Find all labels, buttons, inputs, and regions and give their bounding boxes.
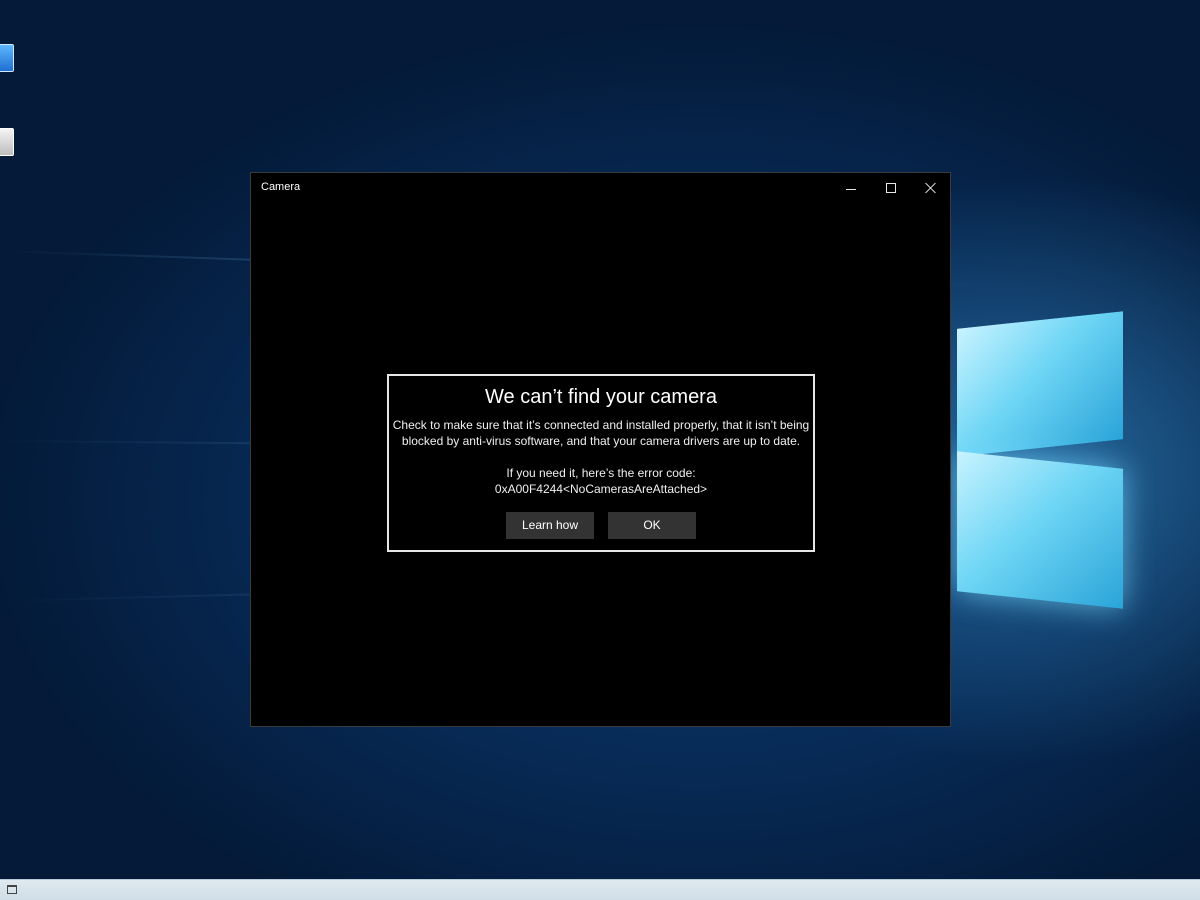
logo-pane-lower — [957, 451, 1123, 609]
title-bar[interactable]: Camera — [251, 173, 950, 203]
ok-button[interactable]: OK — [608, 512, 696, 539]
window-title: Camera — [261, 181, 301, 193]
maximize-icon — [886, 183, 896, 193]
minimize-button[interactable] — [831, 173, 871, 203]
logo-pane-upper — [957, 311, 1123, 456]
dialog-title: We can’t find your camera — [485, 386, 717, 408]
recycle-bin-desktop-icon[interactable] — [0, 128, 14, 156]
camera-app-window: Camera We can’t find your camera Check t… — [250, 172, 951, 727]
dialog-message: Check to make sure that it’s connected a… — [387, 417, 815, 449]
windows-logo-wallpaper — [955, 298, 1125, 609]
close-icon — [925, 182, 937, 194]
minimize-icon — [846, 188, 856, 190]
dialog-button-row: Learn how OK — [389, 512, 813, 540]
error-code-value: 0xA00F4244<NoCamerasAreAttached> — [494, 482, 708, 496]
error-code-section: If you need it, here’s the error code: 0… — [389, 465, 813, 497]
this-pc-desktop-icon[interactable] — [0, 44, 14, 72]
close-button[interactable] — [911, 173, 951, 203]
dialog-message-line: blocked by anti-virus software, and that… — [401, 434, 801, 448]
dialog-message-line: Check to make sure that it’s connected a… — [392, 418, 810, 432]
error-code-label: If you need it, here’s the error code: — [506, 466, 696, 480]
desktop: Camera We can’t find your camera Check t… — [0, 0, 1200, 900]
maximize-button[interactable] — [871, 173, 911, 203]
taskbar — [0, 879, 1200, 900]
task-view-icon[interactable] — [7, 885, 17, 894]
learn-how-button[interactable]: Learn how — [506, 512, 594, 539]
error-dialog: We can’t find your camera Check to make … — [387, 374, 815, 552]
